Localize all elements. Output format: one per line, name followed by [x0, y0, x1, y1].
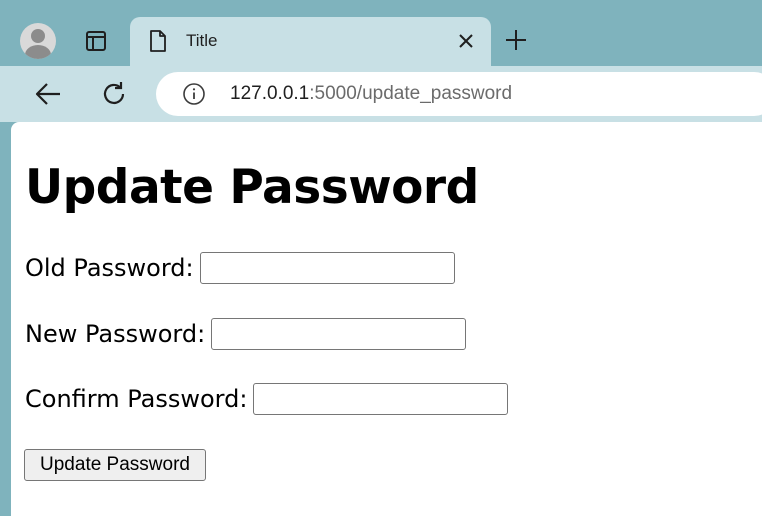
page-title: Update Password [25, 160, 479, 215]
new-password-input[interactable] [211, 318, 467, 350]
info-icon[interactable] [182, 82, 206, 106]
close-icon[interactable] [457, 32, 475, 50]
new-password-row: New Password: [25, 318, 467, 350]
url-host: 127.0.0.1 [230, 83, 310, 104]
old-password-label: Old Password: [25, 254, 194, 282]
old-password-input[interactable] [199, 252, 455, 284]
confirm-password-label: Confirm Password: [25, 385, 248, 413]
back-arrow-icon[interactable] [33, 79, 63, 109]
browser-window: Title 127.0.0.1:5000/update_password Upd… [0, 0, 762, 516]
tab-strip: Title [0, 0, 762, 66]
confirm-password-input[interactable] [253, 383, 509, 415]
tab-active[interactable]: Title [130, 17, 491, 66]
page-content: Update Password Old Password: New Passwo… [11, 122, 762, 516]
reload-icon[interactable] [99, 79, 129, 109]
new-password-label: New Password: [25, 320, 206, 348]
plus-icon[interactable] [504, 28, 528, 52]
confirm-password-row: Confirm Password: [25, 383, 509, 415]
tab-title: Title [186, 31, 218, 50]
url-path: :5000/update_password [309, 83, 513, 104]
tab-actions-icon[interactable] [84, 29, 108, 53]
address-bar[interactable]: 127.0.0.1:5000/update_password [156, 72, 762, 116]
update-password-button[interactable]: Update Password [24, 449, 206, 481]
url-text[interactable]: 127.0.0.1:5000/update_password [230, 83, 512, 105]
profile-avatar-icon[interactable] [20, 23, 56, 59]
document-icon [150, 30, 166, 52]
toolbar: 127.0.0.1:5000/update_password [0, 66, 762, 122]
old-password-row: Old Password: [25, 252, 455, 284]
